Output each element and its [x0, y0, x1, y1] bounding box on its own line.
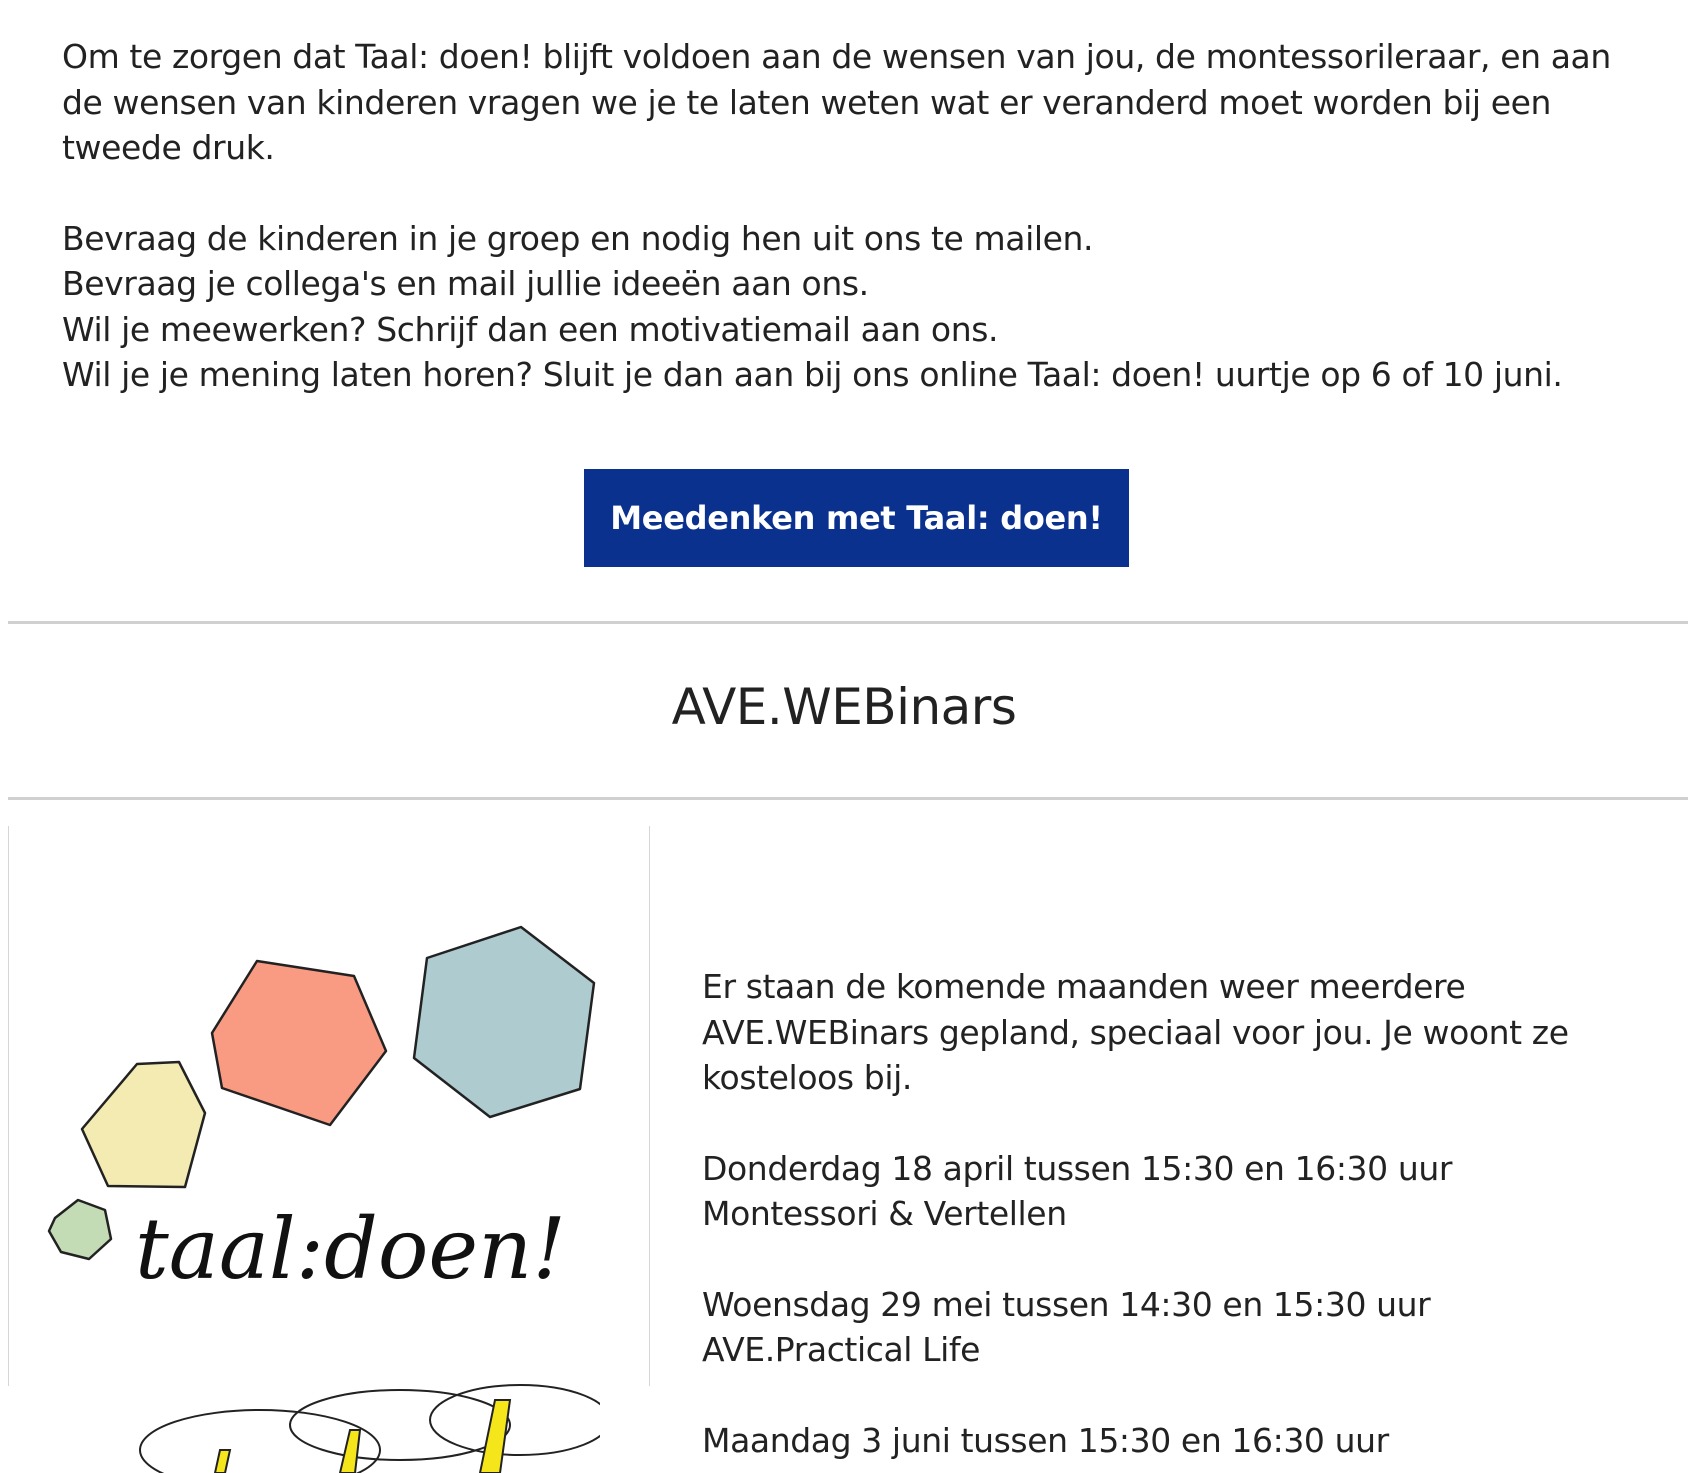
- intro-paragraph: Om te zorgen dat Taal: doen! blijft vold…: [62, 37, 1611, 167]
- webinars-text: Er staan de komende maanden weer meerder…: [702, 964, 1662, 1463]
- webinar-topic: Montessori & Vertellen: [702, 1194, 1067, 1233]
- divider: [8, 621, 1688, 624]
- webinar-topic: AVE.Practical Life: [702, 1330, 981, 1369]
- intro-line: Bevraag de kinderen in je groep en nodig…: [62, 218, 1094, 258]
- meedenken-button[interactable]: Meedenken met Taal: doen!: [584, 469, 1129, 567]
- wing-shape: [289, 1389, 511, 1461]
- taal-doen-logo: taal:doen!: [47, 925, 596, 1298]
- wing-shape: [429, 1384, 600, 1456]
- section-title: AVE.WEBinars: [671, 678, 1017, 736]
- logo-hexagon-green: [47, 1198, 113, 1261]
- intro-line: Wil je je mening laten horen? Sluit je d…: [62, 355, 1563, 394]
- bees-illustration: [139, 1384, 600, 1473]
- webinar-date: Donderdag 18 april tussen 15:30 en 16:30…: [702, 1148, 1453, 1188]
- logo-hexagon-red: [210, 959, 388, 1127]
- webinars-intro: Er staan de komende maanden weer meerder…: [702, 967, 1569, 1097]
- logo-hexagon-blue: [412, 925, 596, 1119]
- bee-body: [478, 1399, 512, 1473]
- intro-text: Om te zorgen dat Taal: doen! blijft vold…: [62, 34, 1652, 398]
- bee-body: [213, 1449, 232, 1473]
- bee-body: [338, 1429, 362, 1473]
- webinar-date: Woensdag 29 mei tussen 14:30 en 15:30 uu…: [702, 1284, 1431, 1324]
- logo-text: taal:doen!: [135, 1200, 566, 1298]
- webinar-date: Maandag 3 juni tussen 15:30 en 16:30 uur: [702, 1420, 1389, 1460]
- image-column: taal:doen!: [8, 826, 650, 1386]
- intro-line: Bevraag je collega's en mail jullie idee…: [62, 264, 869, 303]
- logo-hexagon-yellow: [80, 1060, 207, 1189]
- divider: [8, 797, 1688, 800]
- intro-line: Wil je meewerken? Schrijf dan een motiva…: [62, 309, 999, 349]
